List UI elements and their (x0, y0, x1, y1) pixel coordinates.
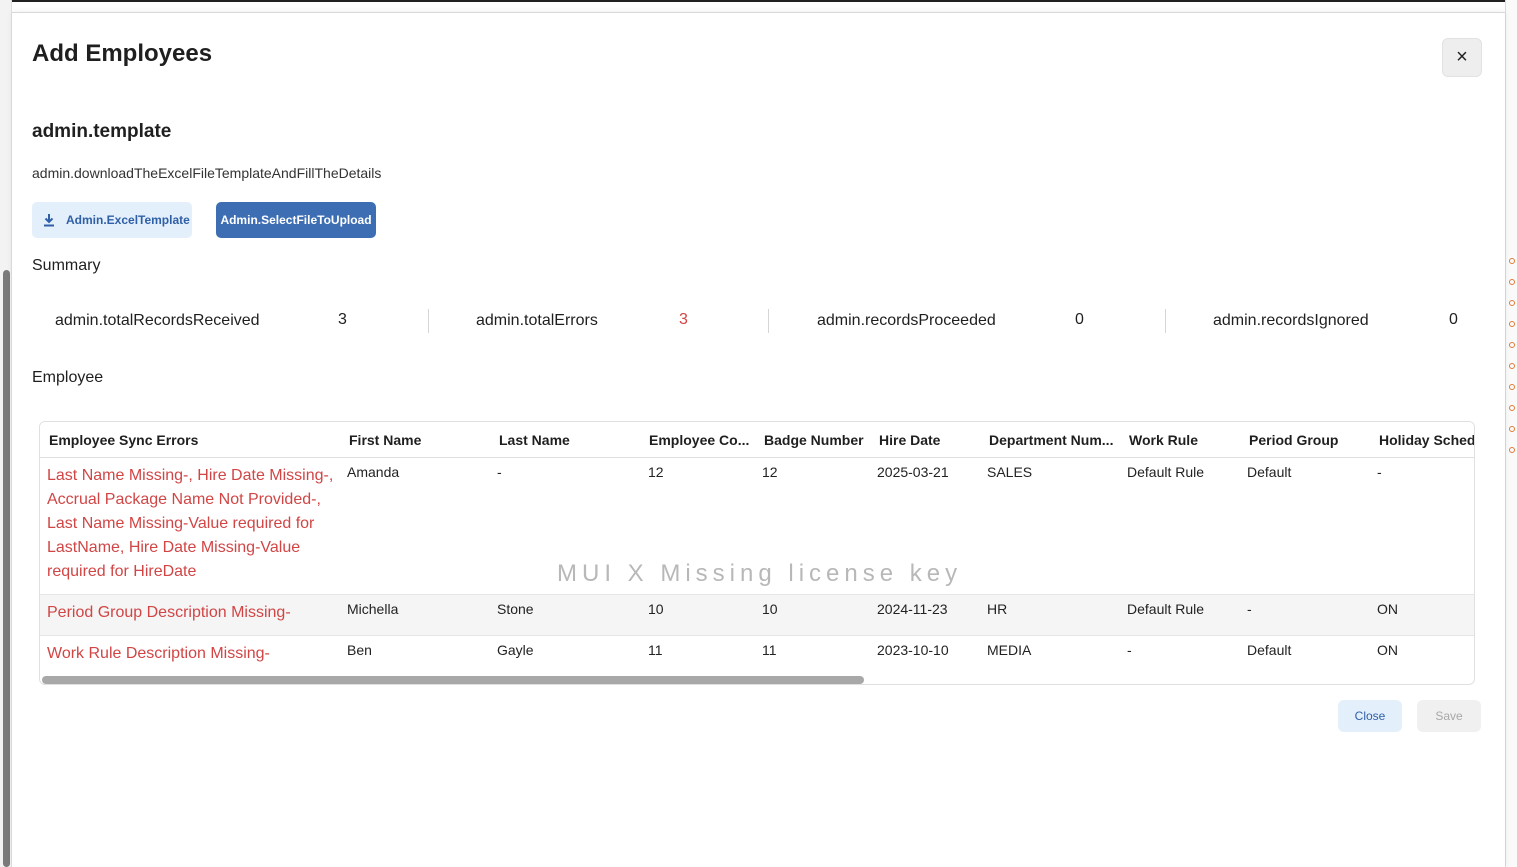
grid-horizontal-scrollbar[interactable] (42, 676, 864, 684)
period-group-cell: Default (1247, 642, 1292, 658)
department-cell: MEDIA (987, 642, 1032, 658)
status-dot-icon (1509, 321, 1515, 327)
left-scrollbar[interactable] (3, 270, 10, 867)
summary-total-errors-value: 3 (679, 311, 688, 328)
table-row[interactable]: Work Rule Description Missing- Ben Gayle… (40, 636, 1474, 677)
status-dot-icon (1509, 342, 1515, 348)
status-dot-icon (1509, 384, 1515, 390)
status-dot-icon (1509, 363, 1515, 369)
last-name-cell: Gayle (497, 642, 534, 658)
column-header-last-name[interactable]: Last Name (499, 422, 639, 458)
column-header-department-number[interactable]: Department Num... (989, 422, 1119, 458)
badge-number-cell: 11 (762, 642, 777, 658)
close-button[interactable]: Close (1338, 700, 1402, 732)
holiday-schedule-cell: ON (1377, 601, 1398, 617)
license-watermark: MUI X Missing license key (557, 560, 963, 587)
holiday-schedule-cell: - (1377, 464, 1382, 480)
background-left-panel (0, 0, 12, 867)
summary-records-ignored-value: 0 (1449, 311, 1458, 328)
hire-date-cell: 2024-11-23 (877, 601, 948, 617)
column-header-holiday-schedule[interactable]: Holiday Schedu (1379, 422, 1474, 458)
last-name-cell: Stone (497, 601, 534, 617)
employee-code-cell: 11 (648, 642, 663, 658)
column-header-period-group[interactable]: Period Group (1249, 422, 1369, 458)
status-dot-icon (1509, 426, 1515, 432)
hire-date-cell: 2025-03-21 (877, 464, 949, 480)
sync-error-text: Last Name Missing-, Hire Date Missing-, … (47, 467, 334, 580)
template-heading: admin.template (32, 121, 172, 142)
column-header-employee-code[interactable]: Employee Co... (649, 422, 754, 458)
table-row[interactable]: Period Group Description Missing- Michel… (40, 595, 1474, 636)
department-cell: HR (987, 601, 1008, 617)
column-header-hire-date[interactable]: Hire Date (879, 422, 979, 458)
period-group-cell: - (1247, 601, 1252, 617)
save-button: Save (1417, 700, 1481, 732)
first-name-cell: Ben (347, 642, 372, 658)
employee-section-label: Employee (32, 369, 104, 386)
top-border (0, 0, 1517, 2)
select-file-button[interactable]: Admin.SelectFileToUpload (216, 202, 376, 238)
summary-row: admin.totalRecordsReceived 3 admin.total… (32, 305, 1482, 337)
employee-data-grid: Employee Sync Errors First Name Last Nam… (39, 421, 1475, 685)
badge-number-cell: 12 (762, 464, 778, 480)
summary-total-received-label: admin.totalRecordsReceived (55, 312, 260, 329)
template-description: admin.downloadTheExcelFileTemplateAndFil… (32, 165, 382, 181)
column-header-first-name[interactable]: First Name (349, 422, 489, 458)
first-name-cell: Michella (347, 601, 399, 617)
sync-error-text: Work Rule Description Missing- (47, 645, 270, 662)
sync-error-text: Period Group Description Missing- (47, 604, 291, 621)
employee-code-cell: 12 (648, 464, 664, 480)
status-dot-icon (1509, 300, 1515, 306)
column-header-badge-number[interactable]: Badge Number (764, 422, 869, 458)
badge-number-cell: 10 (762, 601, 778, 617)
column-header-work-rule[interactable]: Work Rule (1129, 422, 1239, 458)
employee-code-cell: 10 (648, 601, 664, 617)
summary-records-ignored-label: admin.recordsIgnored (1213, 312, 1369, 329)
background-right-panel (1505, 0, 1517, 867)
close-icon[interactable]: × (1442, 38, 1482, 77)
download-icon (44, 214, 54, 227)
grid-header-row: Employee Sync Errors First Name Last Nam… (40, 422, 1474, 458)
table-row[interactable]: Last Name Missing-, Hire Date Missing-, … (40, 458, 1474, 595)
status-dot-icon (1509, 405, 1515, 411)
summary-label: Summary (32, 257, 101, 274)
download-button-label: Admin.ExcelTemplate (66, 213, 190, 227)
dialog-title: Add Employees (32, 40, 213, 67)
hire-date-cell: 2023-10-10 (877, 642, 949, 658)
last-name-cell: - (497, 464, 502, 480)
work-rule-cell: Default Rule (1127, 601, 1205, 617)
summary-total-errors-label: admin.totalErrors (476, 312, 598, 329)
department-cell: SALES (987, 464, 1033, 480)
summary-records-proceeded-value: 0 (1075, 311, 1084, 328)
work-rule-cell: Default Rule (1127, 464, 1205, 480)
summary-divider (768, 309, 769, 333)
status-dot-icon (1509, 447, 1515, 453)
summary-records-proceeded-label: admin.recordsProceeded (817, 312, 996, 329)
work-rule-cell: - (1127, 642, 1132, 658)
status-dot-icon (1509, 258, 1515, 264)
period-group-cell: Default (1247, 464, 1292, 480)
summary-divider (1165, 309, 1166, 333)
holiday-schedule-cell: ON (1377, 642, 1398, 658)
summary-divider (428, 309, 429, 333)
first-name-cell: Amanda (347, 464, 400, 480)
status-dot-icon (1509, 279, 1515, 285)
summary-total-received-value: 3 (338, 311, 347, 328)
download-excel-template-button[interactable]: Admin.ExcelTemplate (32, 202, 192, 238)
add-employees-dialog: Add Employees × admin.template admin.dow… (12, 12, 1505, 867)
column-header-sync-errors[interactable]: Employee Sync Errors (49, 422, 339, 458)
